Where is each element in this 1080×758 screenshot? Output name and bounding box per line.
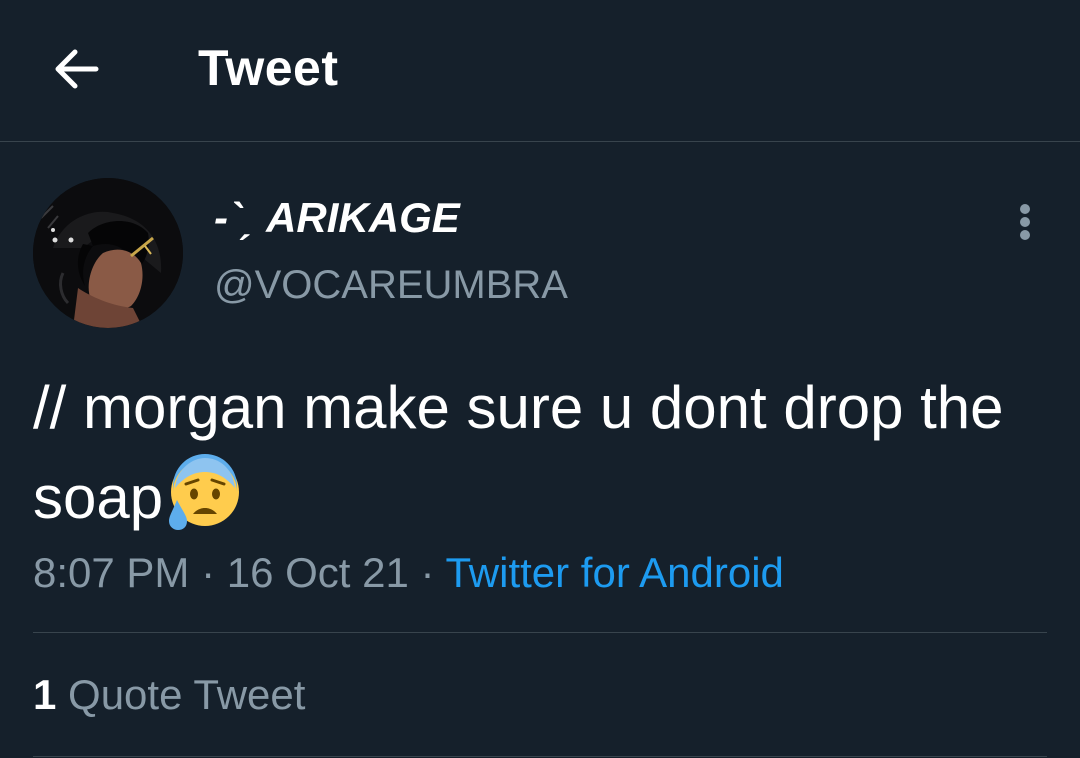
quote-tweet-label: Quote Tweet: [68, 671, 306, 718]
tweet-source-link[interactable]: Twitter for Android: [445, 549, 783, 596]
divider: [33, 756, 1047, 757]
anxious-face-with-sweat-icon: [163, 452, 243, 532]
divider: [33, 632, 1047, 633]
more-vertical-icon-dot: [1020, 230, 1030, 240]
page-title: Tweet: [198, 40, 339, 96]
quote-tweets-link[interactable]: 1 Quote Tweet: [33, 668, 305, 722]
arrow-left-icon: [55, 49, 99, 89]
quote-tweet-count: 1: [33, 671, 57, 718]
tweet-date[interactable]: 16 Oct 21: [227, 549, 409, 596]
tweet-meta: 8:07 PM · 16 Oct 21 · Twitter for Androi…: [33, 546, 784, 600]
avatar-image: [33, 178, 183, 328]
avatar[interactable]: [33, 178, 183, 328]
more-vertical-icon: [1020, 204, 1030, 214]
meta-separator: ·: [189, 549, 227, 596]
tweet-body: // morgan make sure u dont drop the soap: [33, 364, 1043, 542]
back-button[interactable]: [48, 40, 106, 98]
author-display-name[interactable]: -ˋˏ ARIKAGE: [214, 192, 460, 244]
more-options-button[interactable]: [1005, 200, 1045, 240]
more-vertical-icon-dot: [1020, 217, 1030, 227]
top-bar: Tweet: [0, 0, 1080, 142]
author-handle[interactable]: @VOCAREUMBRA: [214, 260, 568, 310]
tweet-time[interactable]: 8:07 PM: [33, 549, 189, 596]
meta-separator: ·: [408, 549, 446, 596]
